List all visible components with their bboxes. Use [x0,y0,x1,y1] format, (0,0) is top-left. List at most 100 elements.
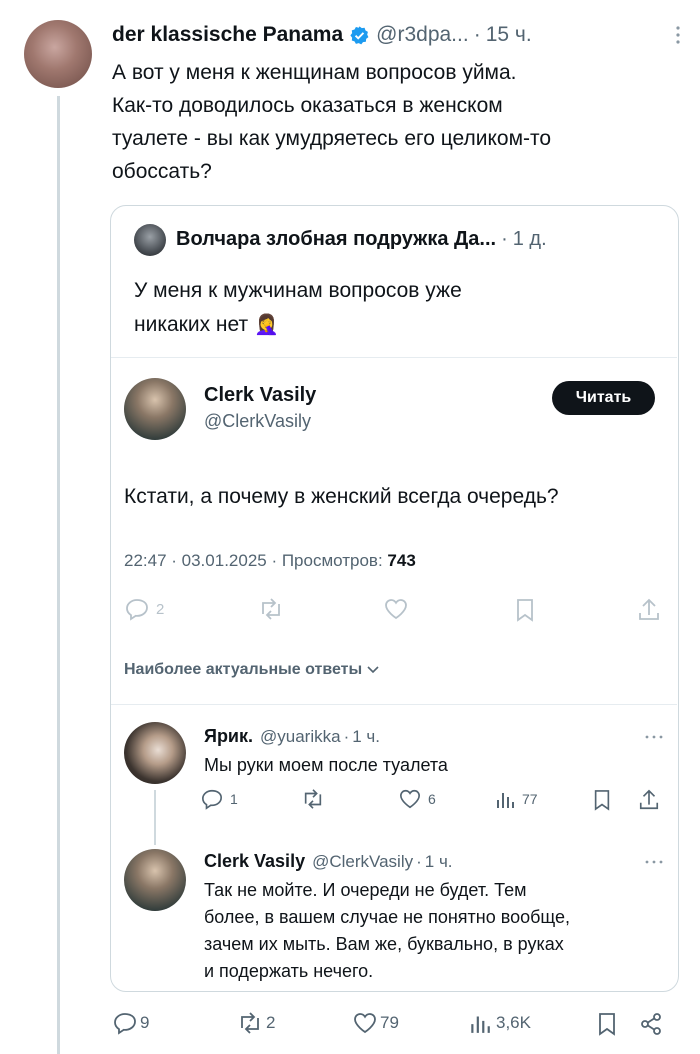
repost-action[interactable] [257,597,285,621]
share-nodes-icon [638,1011,664,1037]
repost-icon [257,597,285,621]
reply-icon [124,597,150,621]
text-line: У меня к мужчинам вопросов уже [134,279,462,302]
share-action[interactable] [638,788,660,812]
reply-action[interactable]: 1 [200,788,238,810]
text-line: никаких нет 🤦‍♀️ [134,308,654,342]
text-line: Так не мойте. И очереди не будет. Тем [204,880,527,900]
views-count: 77 [522,791,538,807]
embedded-name: Clerk Vasily @ClerkVasily [204,384,316,432]
bookmark-icon [592,788,612,812]
bookmark-action[interactable] [514,597,536,623]
tweet-text: А вот у меня к женщинам вопросов уйма. К… [112,56,687,188]
bookmark-icon [514,597,536,623]
reply1-timestamp[interactable]: 1 ч. [352,727,380,747]
reply-count: 2 [156,600,165,618]
text-line: обоссать? [112,160,212,183]
like-action[interactable]: 79 [352,1011,399,1035]
timestamp[interactable]: 15 ч. [486,23,532,47]
clerk-handle[interactable]: @ClerkVasily [204,411,316,432]
clerk-display-name[interactable]: Clerk Vasily [204,384,316,407]
chevron-down-icon [366,665,380,675]
share-action[interactable] [638,1011,664,1037]
repost-action[interactable] [300,788,326,810]
facepalm-emoji: 🤦‍♀️ [253,314,279,336]
reply-icon [112,1011,138,1035]
reply2-text: Так не мойте. И очереди не будет. Тем бо… [204,877,664,985]
reply1-display-name[interactable]: Ярик. [204,726,253,747]
meta-date[interactable]: 22:47 · 03.01.2025 · Просмотров: [124,551,383,570]
reply1-text: Мы руки моем после туалета [204,755,448,775]
reply-icon [200,788,224,810]
embedded-actions: 2 [124,597,664,625]
reply2-timestamp[interactable]: 1 ч. [425,852,453,872]
avatar-yarik[interactable] [124,722,186,784]
reply2-handle[interactable]: @ClerkVasily [312,852,413,872]
bookmark-icon [596,1011,618,1037]
reply1-header: Ярик. @yuarikka · 1 ч. [204,726,664,747]
share-icon [638,788,660,812]
bookmark-action[interactable] [596,1011,618,1037]
heart-icon [352,1011,378,1035]
repost-count: 2 [266,1013,276,1032]
divider [111,704,677,705]
views-count: 3,6K [496,1013,531,1032]
text-line: А вот у меня к женщинам вопросов уйма. [112,61,517,84]
quoted-header: Волчара злобная подружка Да... · 1 д. [176,228,656,251]
share-action[interactable] [637,597,661,623]
reply-action[interactable]: 9 [112,1011,149,1035]
verified-badge-icon [349,25,370,46]
avatar-quoted[interactable] [134,224,166,256]
more-options-icon[interactable] [644,734,664,740]
main-actions: 9 2 79 3,6K [112,1011,680,1041]
views-action[interactable]: 77 [494,788,538,810]
heart-icon [398,788,422,810]
handle[interactable]: @r3dpa... [376,23,469,47]
reply-action[interactable]: 2 [124,597,164,621]
repost-icon [236,1011,264,1035]
reply2-display-name[interactable]: Clerk Vasily [204,851,305,872]
like-action[interactable]: 6 [398,788,436,810]
dot-separator: · [416,851,422,871]
divider [111,357,677,358]
quoted-text: У меня к мужчинам вопросов уже никаких н… [134,274,654,342]
text-line: Как-то доводилось оказаться в женском [112,94,503,117]
follow-button[interactable]: Читать [552,381,655,415]
quoted-display-name[interactable]: Волчара злобная подружка Да... [176,228,496,251]
reply-thread-line [154,790,156,845]
meta-views: 743 [387,551,416,570]
dot-separator: · [343,726,350,746]
text-line: и подержать нечего. [204,961,374,981]
text-line: зачем их мыть. Вам же, буквально, в рука… [204,934,564,954]
quoted-timestamp[interactable]: 1 д. [513,228,547,251]
views-icon [468,1011,492,1035]
share-icon [637,597,661,623]
like-action[interactable] [383,597,409,621]
heart-icon [383,597,409,621]
views-icon [494,788,516,810]
views-action[interactable]: 3,6K [468,1011,531,1035]
text-line-content: никаких нет [134,313,249,336]
dot-separator: · [501,228,508,250]
text-line: более, в вашем случае не понятно вообще, [204,907,571,927]
sort-replies-dropdown[interactable]: Наиболее актуальные ответы [124,661,380,679]
reply-count: 9 [140,1013,150,1032]
repost-icon [300,788,326,810]
like-count: 6 [428,791,436,807]
reply2-header: Clerk Vasily @ClerkVasily · 1 ч. [204,851,664,872]
display-name[interactable]: der klassische Panama [112,23,343,47]
embedded-text: Кстати, а почему в женский всегда очеред… [124,485,559,508]
embedded-meta: 22:47 · 03.01.2025 · Просмотров: 743 [124,551,416,571]
reply1-actions: 1 6 77 [200,788,662,814]
avatar-clerk-reply[interactable] [124,849,186,911]
sort-label: Наиболее актуальные ответы [124,661,363,678]
bookmark-action[interactable] [592,788,612,812]
avatar-main[interactable] [24,20,92,88]
more-options-icon[interactable] [674,24,682,46]
more-options-icon[interactable] [644,859,664,865]
repost-action[interactable]: 2 [236,1011,275,1035]
avatar-clerk[interactable] [124,378,186,440]
reply-count: 1 [230,791,238,807]
reply1-handle[interactable]: @yuarikka [260,727,341,747]
thread-line [57,96,60,1054]
